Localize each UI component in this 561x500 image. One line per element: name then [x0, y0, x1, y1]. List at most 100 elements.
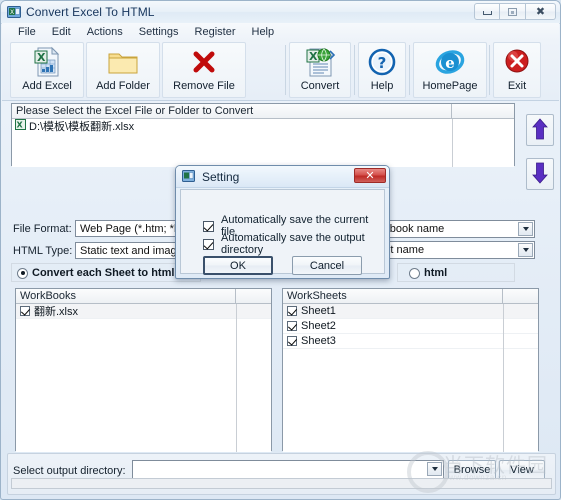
setting-dialog-title: Setting: [202, 170, 240, 184]
menu-item-edit[interactable]: Edit: [44, 25, 79, 39]
setting-dialog: Setting ✕ Automatically save the current…: [175, 165, 390, 279]
exit-label: Exit: [507, 80, 527, 92]
workbooks-column-divider: [236, 304, 237, 452]
move-down-button[interactable]: [526, 158, 554, 190]
toolbar: X Add Excel Add Folder Remove File X Con…: [2, 40, 559, 101]
radio-indicator-3: [409, 267, 420, 279]
file-path: D:\模板\模板翻新.xlsx: [29, 121, 135, 133]
homepage-label: HomePage: [422, 80, 478, 92]
ok-button[interactable]: OK: [203, 256, 273, 275]
excel-to-web-icon: X: [303, 46, 337, 78]
file-format-label: File Format:: [13, 223, 72, 235]
browse-button[interactable]: Browse: [448, 460, 496, 480]
output-directory-combo[interactable]: [132, 460, 444, 479]
svg-text:?: ?: [378, 54, 387, 72]
convert-button[interactable]: X Convert: [289, 42, 351, 98]
red-x-icon: [187, 46, 221, 78]
chevron-down-icon-3[interactable]: [427, 462, 442, 476]
auto-save-output-directory-checkbox[interactable]: [203, 238, 214, 250]
minimize-button[interactable]: [474, 3, 500, 20]
internet-explorer-icon: e: [433, 46, 467, 78]
radio-indicator-selected: [17, 267, 28, 279]
svg-text:e: e: [445, 54, 455, 72]
worksheets-column-divider: [503, 304, 504, 452]
chevron-down-icon[interactable]: [518, 222, 533, 236]
worksheets-list[interactable]: Sheet1 Sheet2 Sheet3: [283, 304, 538, 452]
worksheets-header: WorkSheets: [283, 289, 538, 304]
move-down-arrow-icon: [532, 162, 548, 187]
menu-item-file[interactable]: File: [10, 25, 44, 39]
worksheet-checkbox-3[interactable]: [287, 336, 297, 346]
setting-dialog-body: Automatically save the current file Auto…: [180, 189, 385, 275]
file-list-body[interactable]: X D:\模板\模板翻新.xlsx: [12, 119, 514, 167]
red-circle-x-icon: [500, 46, 534, 78]
add-excel-button[interactable]: X Add Excel: [10, 42, 84, 98]
worksheets-header-label: WorkSheets: [283, 289, 503, 303]
worksheet-name-1: Sheet1: [301, 305, 336, 317]
app-excel-html-icon: X: [7, 5, 22, 19]
radio-convert-each-sheet[interactable]: Convert each Sheet to html file: [17, 267, 193, 279]
worksheet-name-3: Sheet3: [301, 335, 336, 347]
file-list-header: Please Select the Excel File or Folder t…: [12, 104, 514, 119]
question-mark-icon: ?: [365, 46, 399, 78]
menu-item-help[interactable]: Help: [244, 25, 283, 39]
worksheet-checkbox-2[interactable]: [287, 321, 297, 331]
workbooks-panel[interactable]: WorkBooks 翻新.xlsx: [15, 288, 272, 452]
move-up-button[interactable]: [526, 114, 554, 146]
window-title: Convert Excel To HTML: [26, 5, 155, 19]
view-button[interactable]: View: [499, 460, 545, 480]
workbook-name: 翻新.xlsx: [34, 306, 78, 318]
folder-icon: [106, 46, 140, 78]
menu-bar: File Edit Actions Settings Register Help: [2, 23, 559, 41]
add-folder-label: Add Folder: [96, 80, 150, 92]
worksheets-panel[interactable]: WorkSheets Sheet1 Sheet2 Sheet3: [282, 288, 539, 452]
list-item[interactable]: Sheet2: [283, 319, 538, 334]
excel-document-icon: X: [30, 46, 64, 78]
workbooks-header-label: WorkBooks: [16, 289, 236, 303]
app-window: X Convert Excel To HTML ✖ File Edit Acti…: [0, 0, 561, 500]
menu-item-settings[interactable]: Settings: [131, 25, 187, 39]
list-item[interactable]: Sheet1: [283, 304, 538, 319]
window-controls: ✖: [474, 3, 556, 20]
menu-item-actions[interactable]: Actions: [79, 25, 131, 39]
auto-save-current-file-checkbox[interactable]: [203, 220, 214, 232]
workbooks-list[interactable]: 翻新.xlsx: [16, 304, 271, 452]
cancel-button[interactable]: Cancel: [292, 256, 362, 275]
remove-file-button[interactable]: Remove File: [162, 42, 246, 98]
file-list-column-divider: [452, 119, 453, 167]
add-folder-button[interactable]: Add Folder: [86, 42, 160, 98]
file-list[interactable]: Please Select the Excel File or Folder t…: [11, 103, 515, 167]
close-button[interactable]: ✖: [526, 3, 556, 20]
convert-label: Convert: [300, 80, 340, 92]
svg-text:X: X: [10, 9, 14, 16]
toolbar-separator: [285, 45, 286, 95]
setting-dialog-close-button[interactable]: ✕: [354, 168, 386, 183]
file-list-header-extra: [452, 104, 514, 118]
auto-save-output-directory-label: Automatically save the output directory: [221, 232, 365, 256]
help-button[interactable]: ? Help: [358, 42, 406, 98]
html-type-label: HTML Type:: [13, 245, 73, 257]
worksheet-name-2: Sheet2: [301, 320, 336, 332]
menu-item-register[interactable]: Register: [187, 25, 244, 39]
add-excel-label: Add Excel: [22, 80, 72, 92]
help-label: Help: [370, 80, 394, 92]
file-list-row[interactable]: X D:\模板\模板翻新.xlsx: [12, 119, 514, 133]
toolbar-separator-4: [489, 45, 490, 95]
auto-save-output-directory-row[interactable]: Automatically save the output directory: [203, 232, 384, 256]
status-bar: [11, 478, 552, 489]
svg-text:X: X: [17, 121, 24, 130]
radio-html[interactable]: html: [409, 267, 447, 279]
svg-text:X: X: [309, 50, 318, 63]
homepage-button[interactable]: e HomePage: [413, 42, 487, 98]
file-list-header-label: Please Select the Excel File or Folder t…: [12, 104, 452, 118]
exit-button[interactable]: Exit: [493, 42, 541, 98]
workbook-checkbox[interactable]: [20, 306, 30, 316]
maximize-button[interactable]: [500, 3, 526, 20]
title-bar: X Convert Excel To HTML ✖: [1, 1, 560, 24]
list-item[interactable]: 翻新.xlsx: [16, 304, 271, 319]
chevron-down-icon-2[interactable]: [518, 243, 533, 257]
svg-text:X: X: [37, 51, 46, 64]
toolbar-separator-3: [409, 45, 410, 95]
worksheet-checkbox-1[interactable]: [287, 306, 297, 316]
list-item[interactable]: Sheet3: [283, 334, 538, 349]
